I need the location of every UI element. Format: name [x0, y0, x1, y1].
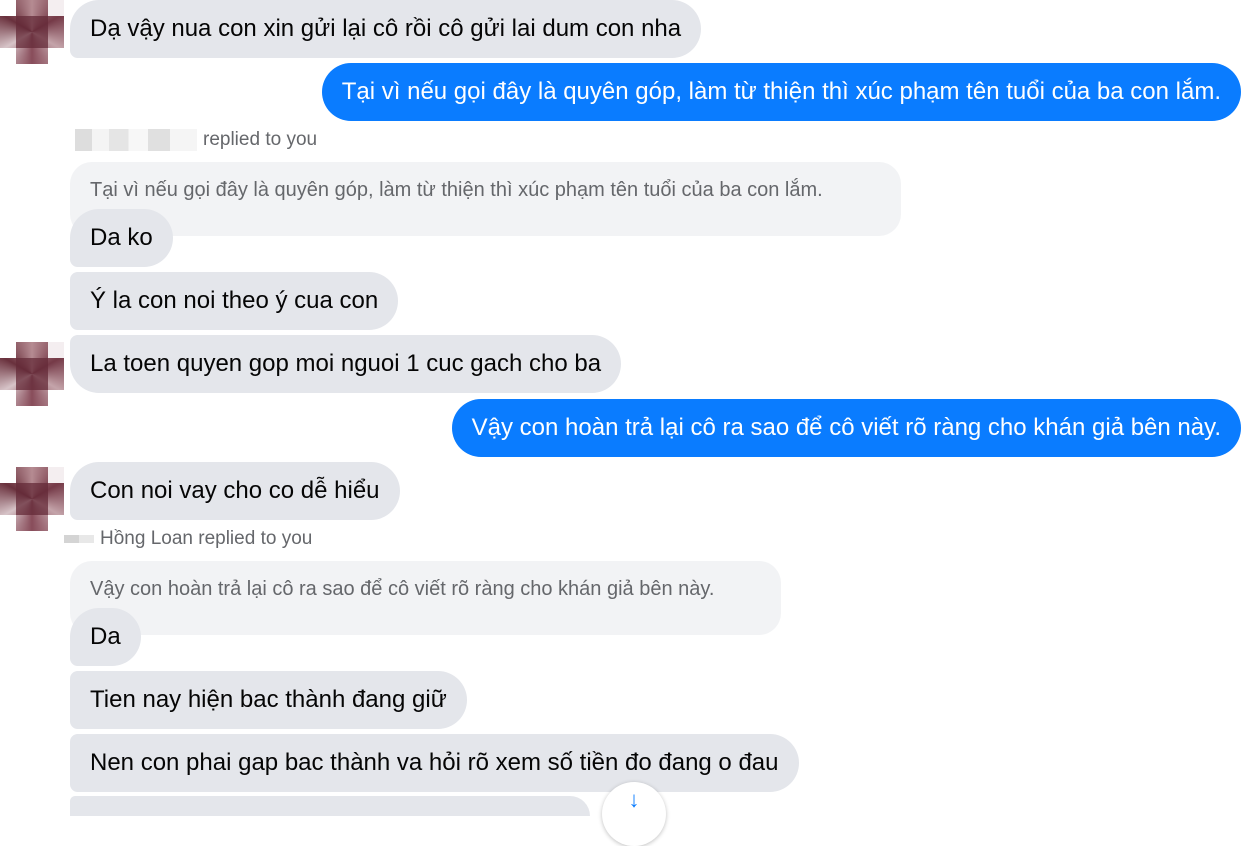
message-bubble-outgoing[interactable]: Vậy con hoàn trả lại cô ra sao để cô viế… [451, 399, 1241, 457]
blurred-contact-name [75, 129, 197, 151]
message-bubble-incoming[interactable]: Da [70, 608, 141, 666]
message-bubble-incoming[interactable]: Da ko [70, 209, 173, 267]
reply-label-text: replied to you [203, 129, 318, 151]
quoted-message[interactable]: Tại vì nếu gọi đây là quyên góp, làm từ … [70, 162, 901, 236]
quoted-message[interactable]: Vậy con hoàn trả lại cô ra sao để cô viế… [70, 561, 781, 635]
scroll-to-bottom-button[interactable]: ↓ [602, 782, 666, 846]
reply-label-text: Hồng Loan replied to you [100, 528, 313, 549]
message-bubble-incoming[interactable]: La toen quyen gop moi nguoi 1 cuc gach c… [70, 335, 622, 393]
blurred-contact-name [64, 534, 94, 543]
message-bubble-incoming[interactable]: Tien nay hiện bac thành đang giữ [70, 671, 467, 729]
message-bubble-incoming[interactable]: Ý la con noi theo ý cua con [70, 272, 399, 330]
reply-label: Hồng Loan replied to you [64, 528, 312, 550]
contact-avatar[interactable] [0, 0, 64, 64]
message-bubble-incoming[interactable]: Con noi vay cho co dễ hiểu [70, 462, 400, 520]
contact-avatar[interactable] [0, 342, 64, 406]
message-bubble-incoming-partial[interactable] [70, 796, 590, 816]
message-bubble-incoming[interactable]: Nen con phai gap bac thành va hỏi rõ xem… [70, 734, 799, 792]
reply-label: replied to you [75, 129, 317, 151]
message-bubble-outgoing[interactable]: Tại vì nếu gọi đây là quyên góp, làm từ … [321, 63, 1241, 121]
message-bubble-incoming[interactable]: Dạ vậy nua con xin gửi lại cô rồi cô gửi… [70, 0, 702, 58]
contact-avatar[interactable] [0, 467, 64, 531]
